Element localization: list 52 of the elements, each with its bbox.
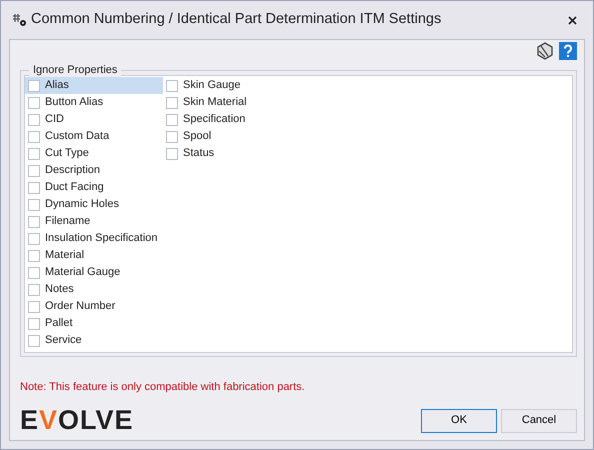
- gear-icon: [13, 13, 27, 27]
- property-item[interactable]: Skin Gauge: [163, 77, 301, 94]
- property-item[interactable]: Description: [25, 162, 163, 179]
- property-item[interactable]: Specification: [163, 111, 301, 128]
- property-item[interactable]: Custom Data: [25, 128, 163, 145]
- property-item[interactable]: Service: [25, 332, 163, 349]
- property-item[interactable]: Cut Type: [25, 145, 163, 162]
- checkbox[interactable]: [28, 80, 40, 92]
- property-item[interactable]: Notes: [25, 281, 163, 298]
- checkbox[interactable]: [166, 114, 178, 126]
- property-item[interactable]: Filename: [25, 213, 163, 230]
- property-item[interactable]: Skin Material: [163, 94, 301, 111]
- checkbox[interactable]: [28, 216, 40, 228]
- property-item[interactable]: Button Alias: [25, 94, 163, 111]
- checkbox[interactable]: [28, 250, 40, 262]
- property-item[interactable]: Material: [25, 247, 163, 264]
- checkbox[interactable]: [166, 96, 178, 108]
- property-item[interactable]: Status: [163, 145, 301, 162]
- checkbox[interactable]: [28, 318, 40, 330]
- checkbox[interactable]: [28, 266, 40, 278]
- checkbox[interactable]: [28, 334, 40, 346]
- ok-button[interactable]: OK: [421, 408, 497, 432]
- cancel-button[interactable]: Cancel: [501, 408, 577, 432]
- checkbox[interactable]: [166, 148, 178, 160]
- property-item[interactable]: Dynamic Holes: [25, 196, 163, 213]
- checkbox[interactable]: [28, 148, 40, 160]
- checkbox[interactable]: [28, 130, 40, 142]
- group-title: Ignore Properties: [29, 63, 122, 77]
- property-item[interactable]: Order Number: [25, 298, 163, 315]
- property-item[interactable]: CID: [25, 111, 163, 128]
- checkbox[interactable]: [28, 198, 40, 210]
- checkbox[interactable]: [28, 284, 40, 296]
- property-item[interactable]: Spool: [163, 128, 301, 145]
- help-icon[interactable]: [559, 42, 577, 60]
- property-item[interactable]: Alias: [25, 77, 163, 94]
- property-item[interactable]: Material Gauge: [25, 264, 163, 281]
- cube-icon[interactable]: [536, 42, 554, 60]
- checkbox[interactable]: [28, 96, 40, 108]
- checkbox[interactable]: [28, 164, 40, 176]
- note-text: Note: This feature is only compatible with fabrication parts.: [20, 380, 306, 395]
- checkbox[interactable]: [28, 182, 40, 194]
- checkbox[interactable]: [28, 232, 40, 244]
- checkbox[interactable]: [28, 300, 40, 312]
- property-item[interactable]: Insulation Specification: [25, 230, 163, 247]
- property-item[interactable]: Pallet: [25, 315, 163, 332]
- checkbox[interactable]: [166, 130, 178, 142]
- checkbox[interactable]: [166, 80, 178, 92]
- checkbox[interactable]: [28, 114, 40, 126]
- logo: EVOLVE: [20, 407, 134, 434]
- property-item[interactable]: Duct Facing: [25, 179, 163, 196]
- close-icon[interactable]: [568, 16, 577, 24]
- window-title: Common Numbering / Identical Part Determination ITM Settings: [31, 10, 442, 30]
